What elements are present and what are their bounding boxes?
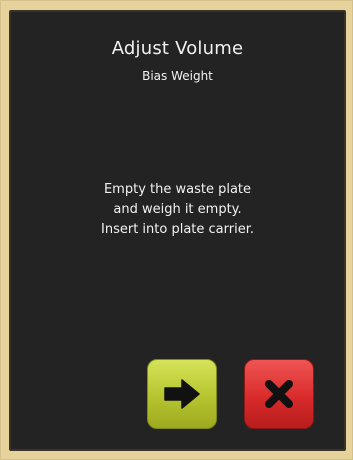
instruction-line: Empty the waste plate [103,182,252,197]
cancel-button[interactable] [244,359,314,429]
instruction-message: Empty the waste plate and weigh it empty… [11,180,344,240]
next-button[interactable] [147,359,217,429]
device-bezel: Adjust Volume Bias Weight Empty the wast… [0,0,353,460]
x-close-icon [257,372,301,416]
instruction-line: Insert into plate carrier. [101,222,254,237]
instruction-line: and weigh it empty. [113,202,242,217]
arrow-right-icon [160,372,204,416]
dialog-screen: Adjust Volume Bias Weight Empty the wast… [9,10,346,451]
dialog-subtitle: Bias Weight [142,69,213,83]
dialog-title: Adjust Volume [111,38,244,59]
